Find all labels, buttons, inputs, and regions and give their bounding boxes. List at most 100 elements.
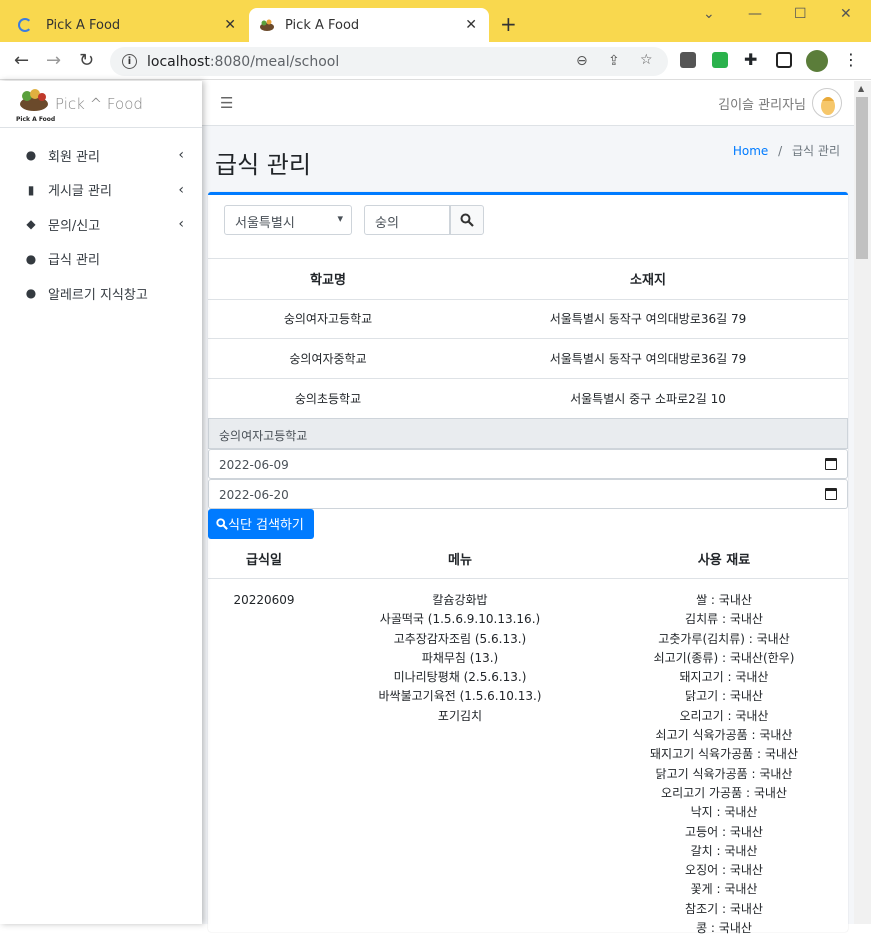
new-tab-icon[interactable]: + bbox=[500, 12, 517, 36]
ingredient-item: 고춧가루(김치류) : 국내산 bbox=[600, 630, 848, 649]
chevron-down-icon[interactable]: ⌄ bbox=[703, 6, 715, 22]
chevron-down-icon: ▾ bbox=[337, 212, 343, 225]
ingredient-item: 오리고기 가공품 : 국내산 bbox=[600, 784, 848, 803]
ingredient-item: 쌀 : 국내산 bbox=[600, 591, 848, 610]
menu-item: 파채무침 (13.) bbox=[320, 649, 600, 668]
brand-text: Pick ^ Food bbox=[55, 95, 143, 113]
region-select-value: 서울특별시 bbox=[235, 216, 295, 231]
food-basket-icon bbox=[16, 86, 52, 114]
table-row[interactable]: 숭의여자고등학교 서울특별시 동작구 여의대방로36길 79 bbox=[208, 299, 848, 339]
share-icon[interactable]: ⇪ bbox=[608, 53, 620, 69]
user-icon: ● bbox=[24, 148, 38, 162]
close-tab-icon[interactable]: ✕ bbox=[224, 17, 236, 33]
content-header: 급식 관리 Home / 급식 관리 bbox=[202, 126, 854, 192]
ingredient-item: 닭고기 : 국내산 bbox=[600, 687, 848, 706]
chevron-left-icon: ‹ bbox=[178, 147, 184, 163]
search-button[interactable] bbox=[450, 205, 484, 235]
chevron-left-icon: ‹ bbox=[178, 216, 184, 232]
sidebar-item-members[interactable]: ● 회원 관리 ‹ bbox=[0, 138, 202, 173]
selected-school-field: 숭의여자고등학교 bbox=[208, 418, 848, 449]
kebab-menu-icon[interactable]: ⋮ bbox=[843, 50, 859, 66]
extension-icon[interactable] bbox=[680, 52, 696, 68]
school-name-cell[interactable]: 숭의초등학교 bbox=[208, 378, 448, 418]
scrollbar-thumb[interactable] bbox=[856, 97, 868, 259]
column-header: 소재지 bbox=[448, 259, 848, 299]
calendar-icon[interactable] bbox=[825, 488, 837, 500]
sidebar-item-meals[interactable]: ● 급식 관리 bbox=[0, 242, 202, 277]
loading-icon bbox=[18, 18, 32, 32]
clipboard-icon: ▮ bbox=[24, 183, 38, 197]
browser-tab[interactable]: Pick A Food ✕ bbox=[8, 8, 248, 42]
sidebar-item-label: 급식 관리 bbox=[48, 249, 100, 268]
hamburger-icon[interactable]: ☰ bbox=[220, 94, 233, 112]
browser-toolbar: ← → ↻ i localhost:8080/meal/school ⊖ ⇪ ☆… bbox=[0, 42, 871, 80]
column-header: 학교명 bbox=[208, 259, 448, 299]
school-name-cell[interactable]: 숭의여자고등학교 bbox=[208, 299, 448, 339]
sidebar-item-posts[interactable]: ▮ 게시글 관리 ‹ bbox=[0, 173, 202, 208]
meal-ingredients-cell: 쌀 : 국내산 김치류 : 국내산 고춧가루(김치류) : 국내산 쇠고기(종류… bbox=[600, 579, 848, 938]
school-filter: 서울특별시 ▾ 숭의 bbox=[208, 195, 848, 259]
table-row[interactable]: 숭의초등학교 서울특별시 중구 소파로2길 10 bbox=[208, 378, 848, 418]
close-tab-icon[interactable]: ✕ bbox=[465, 17, 477, 33]
browser-tab-strip: Pick A Food ✕ Pick A Food ✕ + ⌄ — ☐ ✕ bbox=[0, 0, 871, 42]
date-from-input[interactable]: 2022-06-09 bbox=[208, 449, 848, 479]
brand[interactable]: Pick A Food Pick ^ Food bbox=[0, 81, 202, 128]
school-name-cell[interactable]: 숭의여자중학교 bbox=[208, 339, 448, 379]
back-icon[interactable]: ← bbox=[14, 50, 29, 71]
calendar-icon[interactable] bbox=[825, 458, 837, 470]
puzzle-icon[interactable]: ✚ bbox=[744, 50, 760, 66]
sidebar-item-inquiries[interactable]: ◆ 문의/신고 ‹ bbox=[0, 207, 202, 242]
minimize-icon[interactable]: — bbox=[748, 6, 762, 22]
ingredient-item: 콩 : 국내산 bbox=[600, 919, 848, 938]
url-path: :8080/meal/school bbox=[210, 54, 339, 70]
sidebar-item-label: 게시글 관리 bbox=[48, 180, 112, 199]
menu-item: 바싹불고기육전 (1.5.6.10.13.) bbox=[320, 687, 600, 706]
forward-icon[interactable]: → bbox=[46, 50, 61, 71]
close-window-icon[interactable]: ✕ bbox=[840, 6, 852, 22]
zoom-icon[interactable]: ⊖ bbox=[576, 53, 588, 69]
reload-icon[interactable]: ↻ bbox=[79, 50, 94, 71]
user-name[interactable]: 김이슬 관리자님 bbox=[718, 94, 806, 113]
page-scrollbar[interactable]: ▲ bbox=[854, 81, 871, 924]
menu-item: 포기김치 bbox=[320, 707, 600, 726]
menu-item: 미나리탕평채 (2.5.6.13.) bbox=[320, 668, 600, 687]
date-from-value: 2022-06-09 bbox=[219, 458, 289, 472]
ingredient-item: 오리고기 : 국내산 bbox=[600, 707, 848, 726]
tab-title: Pick A Food bbox=[46, 18, 120, 33]
breadcrumb-home-link[interactable]: Home bbox=[733, 144, 768, 158]
user-avatar[interactable] bbox=[812, 88, 842, 118]
meal-search-button[interactable]: 식단 검색하기 bbox=[208, 509, 314, 539]
sidebar: Pick A Food Pick ^ Food ● 회원 관리 ‹ ▮ 게시글 … bbox=[0, 81, 202, 924]
browser-tab-active[interactable]: Pick A Food ✕ bbox=[249, 8, 489, 42]
column-header: 사용 재료 bbox=[600, 539, 848, 579]
table-row[interactable]: 숭의여자중학교 서울특별시 동작구 여의대방로36길 79 bbox=[208, 339, 848, 379]
ingredient-item: 김치류 : 국내산 bbox=[600, 610, 848, 629]
region-select[interactable]: 서울특별시 ▾ bbox=[224, 205, 352, 235]
school-search-input[interactable]: 숭의 bbox=[364, 205, 450, 235]
sidepanel-icon[interactable] bbox=[776, 52, 792, 68]
sidebar-item-allergy[interactable]: ● 알레르기 지식창고 bbox=[0, 276, 202, 311]
maximize-icon[interactable]: ☐ bbox=[794, 6, 807, 22]
tab-title: Pick A Food bbox=[285, 18, 359, 33]
extension-icon[interactable] bbox=[712, 52, 728, 68]
search-icon bbox=[460, 213, 474, 227]
comments-icon: ◆ bbox=[24, 217, 38, 231]
date-to-input[interactable]: 2022-06-20 bbox=[208, 479, 848, 509]
scroll-up-icon[interactable]: ▲ bbox=[858, 84, 864, 93]
sidebar-item-label: 문의/신고 bbox=[48, 215, 100, 234]
ingredient-item: 쇠고기 식육가공품 : 국내산 bbox=[600, 726, 848, 745]
logo-text: Pick A Food bbox=[16, 116, 52, 123]
meal-date-cell: 20220609 bbox=[208, 579, 320, 938]
school-address-cell: 서울특별시 중구 소파로2길 10 bbox=[448, 378, 848, 418]
info-icon[interactable]: i bbox=[122, 54, 137, 69]
address-bar[interactable]: i localhost:8080/meal/school ⊖ ⇪ ☆ bbox=[110, 47, 668, 76]
table-row: 20220609 칼슘강화밥 사골떡국 (1.5.6.9.10.13.16.) … bbox=[208, 579, 848, 938]
ingredient-item: 낙지 : 국내산 bbox=[600, 803, 848, 822]
ingredient-item: 꽃게 : 국내산 bbox=[600, 880, 848, 899]
menu-item: 고추장감자조림 (5.6.13.) bbox=[320, 630, 600, 649]
bookmark-star-icon[interactable]: ☆ bbox=[640, 52, 653, 68]
meal-card: 서울특별시 ▾ 숭의 학교명 소재지 숭의여자고등학교 bbox=[208, 192, 848, 932]
favicon-icon bbox=[259, 17, 275, 33]
profile-avatar[interactable] bbox=[806, 50, 828, 72]
ingredient-item: 돼지고기 : 국내산 bbox=[600, 668, 848, 687]
